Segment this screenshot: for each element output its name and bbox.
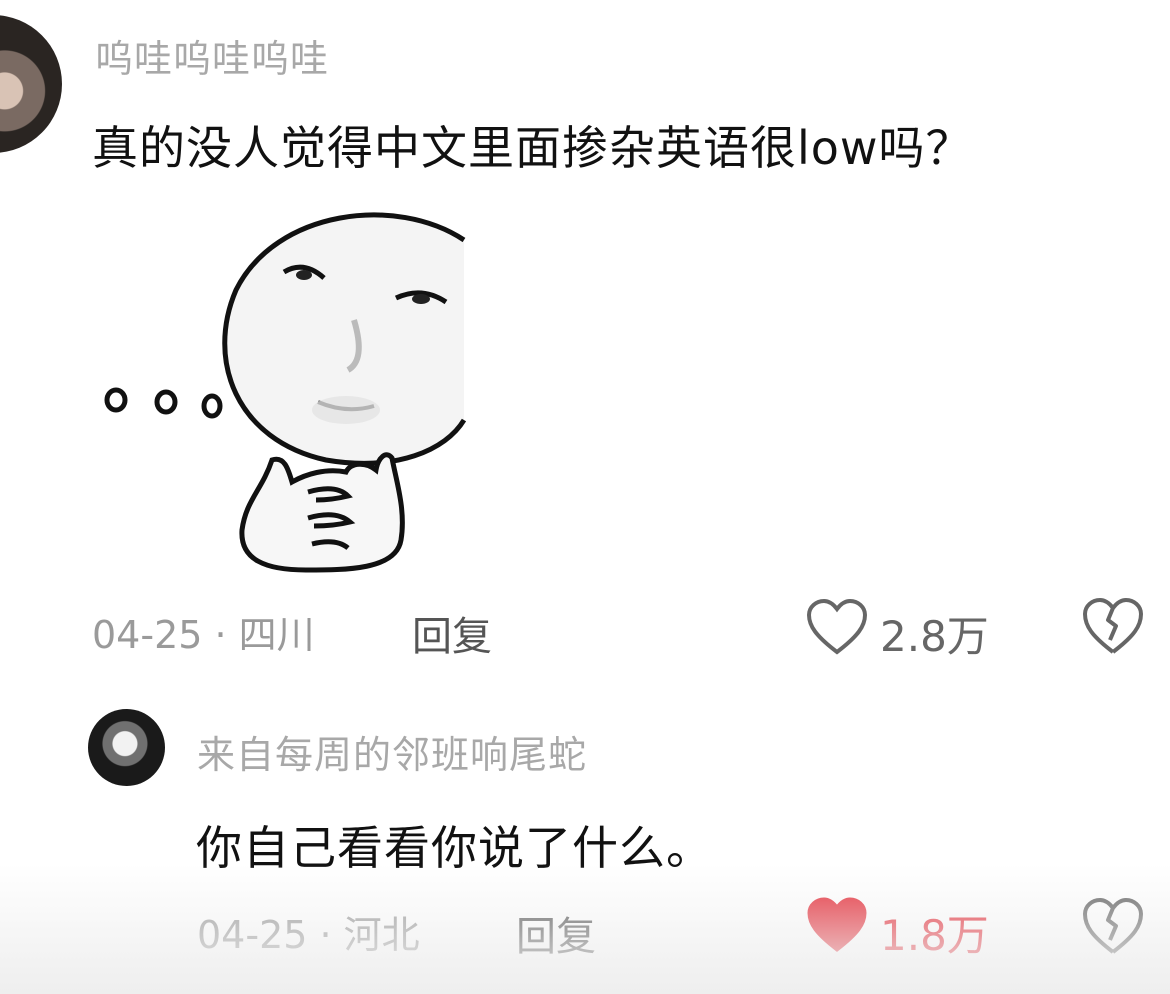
like-count-reply: 1.8万 [880,911,989,960]
ellipsis-dot-1 [104,387,128,413]
user-avatar-top[interactable] [0,15,62,153]
like-count-top: 2.8万 [880,612,989,661]
reply-button-top[interactable]: 回复 [412,604,492,662]
sticker-hand [239,452,405,573]
ellipsis-dot-2 [154,389,178,415]
broken-heart-icon[interactable] [1082,896,1144,956]
username-top[interactable]: 呜哇呜哇呜哇 [95,28,329,83]
comment-meta-reply: 04-25 · 河北 [197,913,420,957]
comment-meta-top: 04-25 · 四川 [92,613,315,657]
username-reply[interactable]: 来自每周的邻班响尾蛇 [197,724,587,779]
comment-thread: 呜哇呜哇呜哇 真的没人觉得中文里面掺杂英语很low吗？ 04-25 · 四川 回… [0,0,1170,994]
ellipsis-dot-3 [201,393,223,419]
heart-filled-icon[interactable] [806,896,868,954]
comment-text-top: 真的没人觉得中文里面掺杂英语很low吗？ [92,121,973,175]
heart-outline-icon[interactable] [806,598,868,656]
comment-text-reply: 你自己看看你说了什么。 [196,821,713,875]
reply-button-reply[interactable]: 回复 [516,904,596,962]
user-avatar-reply[interactable] [88,709,165,786]
thinking-face-sticker [104,212,466,573]
sticker-head [222,212,466,466]
broken-heart-icon[interactable] [1082,596,1144,656]
